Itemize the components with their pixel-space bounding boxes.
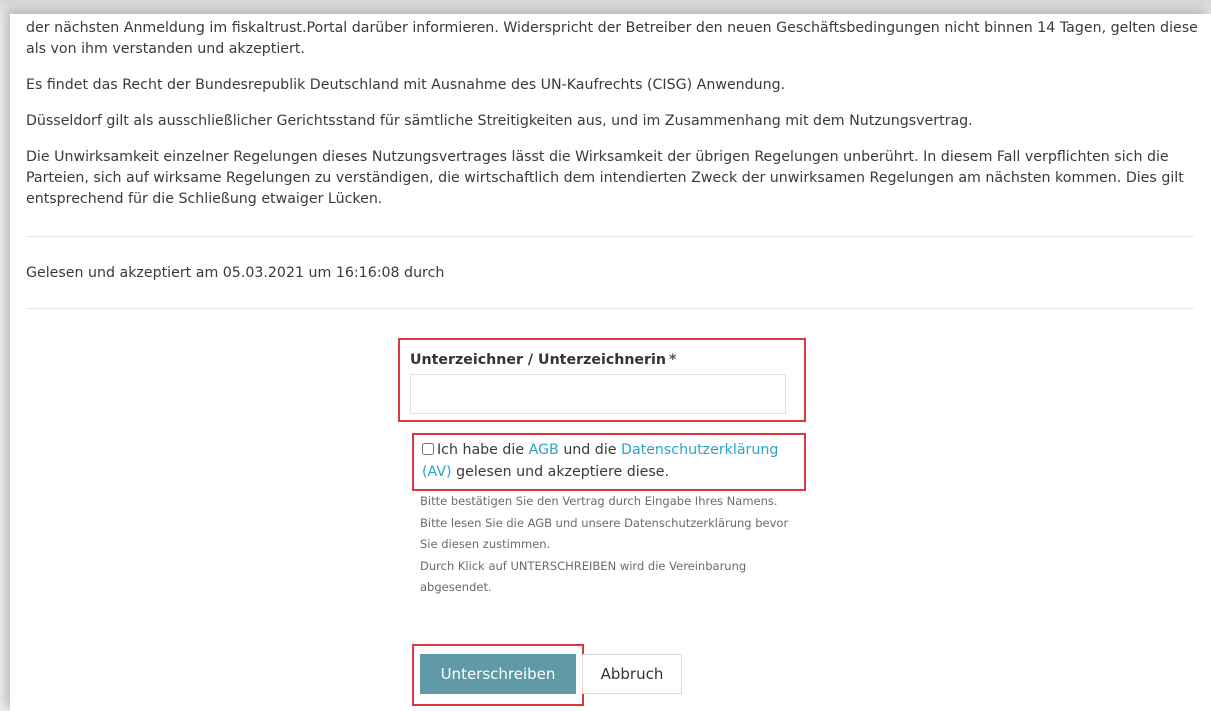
- contract-panel: der nächsten Anmeldung im fiskaltrust.Po…: [10, 14, 1211, 711]
- contract-paragraph: Es findet das Recht der Bundesrepublik D…: [26, 77, 786, 93]
- divider: [26, 308, 1194, 309]
- required-asterisk: *: [669, 352, 677, 368]
- signer-field-highlight: Unterzeichner / Unterzeichnerin *: [398, 338, 806, 422]
- agb-link[interactable]: AGB: [529, 442, 559, 458]
- accepted-timestamp: Gelesen und akzeptiert am 05.03.2021 um …: [26, 265, 445, 281]
- contract-paragraph: Die Unwirksamkeit einzelner Regelungen d…: [26, 149, 1184, 207]
- sign-button[interactable]: Unterschreiben: [420, 654, 576, 694]
- contract-paragraph: Düsseldorf gilt als ausschließlicher Ger…: [26, 113, 973, 129]
- signer-name-input[interactable]: [410, 374, 786, 414]
- agree-checkbox[interactable]: [422, 443, 434, 455]
- divider: [26, 236, 1194, 237]
- hint-line: Bitte lesen Sie die AGB und unsere Daten…: [420, 515, 789, 552]
- hint-line: Bitte bestätigen Sie den Vertrag durch E…: [420, 494, 778, 508]
- signer-label: Unterzeichner / Unterzeichnerin *: [410, 352, 676, 368]
- agree-suffix: gelesen und akzeptiere diese.: [456, 464, 670, 480]
- agree-middle: und die: [563, 442, 617, 458]
- contract-paragraph: der nächsten Anmeldung im fiskaltrust.Po…: [26, 20, 1198, 57]
- cancel-button[interactable]: Abbruch: [582, 654, 682, 694]
- agree-prefix: Ich habe die: [437, 442, 525, 458]
- signer-label-text: Unterzeichner / Unterzeichnerin: [410, 352, 667, 368]
- agreement-text: Ich habe die AGB und die Datenschutzerkl…: [422, 439, 802, 483]
- form-hints: Bitte bestätigen Sie den Vertrag durch E…: [420, 491, 790, 599]
- hint-line: Durch Klick auf UNTERSCHREIBEN wird die …: [420, 558, 747, 595]
